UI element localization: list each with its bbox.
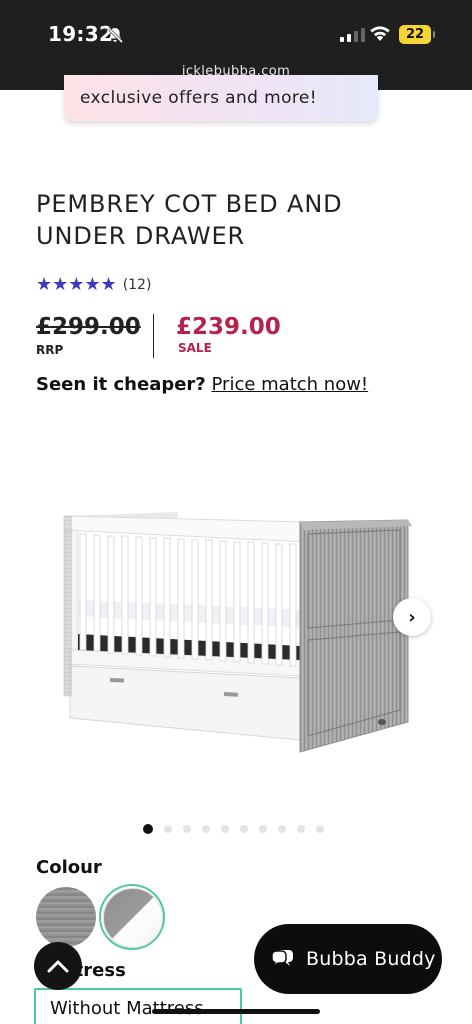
gallery-dot[interactable] — [202, 825, 210, 833]
chevron-right-icon: › — [408, 606, 416, 628]
colour-label: Colour — [36, 857, 102, 878]
review-count: (12) — [122, 276, 152, 293]
gallery-dot[interactable] — [316, 825, 324, 833]
wifi-icon — [369, 25, 391, 46]
rrp-label: RRP — [36, 343, 64, 357]
colour-swatch-grey[interactable] — [36, 887, 96, 947]
product-image[interactable] — [56, 500, 416, 770]
battery-icon: 22 — [399, 25, 435, 44]
gallery-dot[interactable] — [183, 825, 191, 833]
promo-banner[interactable]: exclusive offers and more! — [64, 75, 378, 121]
status-time: 19:32 — [48, 22, 114, 46]
price-divider — [153, 314, 154, 358]
product-rating[interactable]: ★★★★★ (12) — [36, 274, 151, 295]
chat-label: Bubba Buddy — [306, 948, 436, 970]
sale-price: £239.00 — [176, 314, 281, 340]
chat-button[interactable]: Bubba Buddy — [254, 924, 442, 994]
gallery-dot-active[interactable] — [143, 824, 153, 834]
promo-text: exclusive offers and more! — [80, 88, 317, 108]
scroll-to-top-button[interactable] — [34, 942, 82, 990]
colour-swatch-grey-white[interactable] — [103, 888, 163, 948]
gallery-dot[interactable] — [297, 825, 305, 833]
price-match: Seen it cheaper? Price match now! — [36, 374, 368, 395]
chat-bubble-icon — [271, 950, 293, 968]
sale-label: SALE — [178, 341, 212, 355]
product-title: PEMBREY COT BED AND UNDER DRAWER — [36, 190, 343, 250]
mattress-select[interactable]: Without Mattress — [34, 988, 242, 1024]
gallery-dot[interactable] — [278, 825, 286, 833]
gallery-dot[interactable] — [240, 825, 248, 833]
bell-muted-icon — [106, 26, 124, 48]
chevron-up-icon — [47, 960, 69, 973]
gallery-dot[interactable] — [259, 825, 267, 833]
gallery-next-button[interactable]: › — [393, 598, 431, 636]
gallery-pagination — [143, 824, 324, 834]
cellular-signal-icon — [340, 26, 365, 42]
rrp-price: £299.00 — [36, 314, 141, 340]
price-match-question: Seen it cheaper? — [36, 374, 206, 395]
gallery-dot[interactable] — [164, 825, 172, 833]
home-indicator[interactable] — [152, 1009, 320, 1014]
price-match-link[interactable]: Price match now! — [212, 374, 369, 395]
gallery-dot[interactable] — [221, 825, 229, 833]
rating-stars-icon: ★★★★★ — [36, 274, 117, 295]
